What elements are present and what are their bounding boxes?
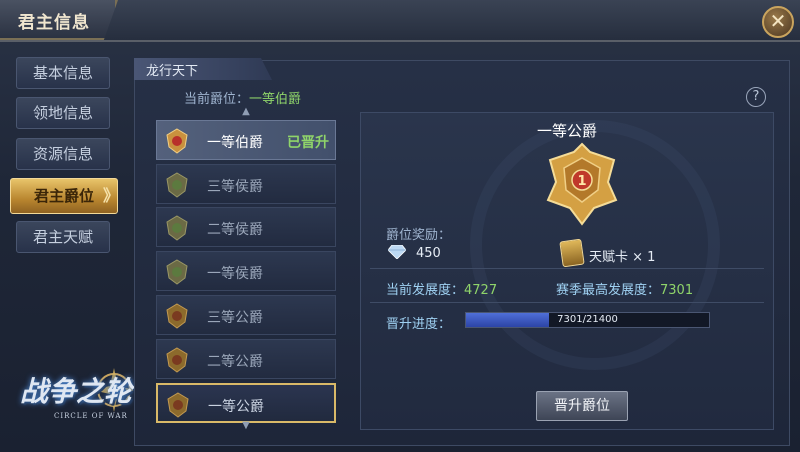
title-bar: [0, 0, 800, 42]
rank-badge-icon: [166, 347, 188, 373]
nav-item-label: 领地信息: [32, 104, 93, 122]
detail-title: 一等公爵: [536, 122, 597, 140]
nav-item-basic-info[interactable]: 基本信息: [16, 57, 110, 89]
season-max-value: 7301: [660, 283, 694, 298]
progress-text: 7301/21400: [557, 314, 618, 325]
current-rank-label: 当前爵位：: [184, 92, 250, 107]
rank-status: 已晋升: [287, 135, 329, 151]
rank-name: 一等侯爵: [207, 266, 263, 282]
scroll-down-icon[interactable]: ▼: [238, 420, 254, 431]
rank-list-item[interactable]: 三等侯爵: [156, 164, 336, 204]
nav-item-resource-info[interactable]: 资源信息: [16, 138, 110, 170]
svg-text:1: 1: [577, 174, 586, 189]
chevron-right-icon: 》: [102, 186, 119, 205]
game-logo: 战争之轮 CIRCLE OF WAR: [14, 360, 144, 440]
nav-item-lord-talent[interactable]: 君主天赋: [16, 221, 110, 253]
rank-list-item[interactable]: 二等公爵: [156, 339, 336, 379]
rank-badge-icon: [166, 259, 188, 285]
talent-card-icon: [559, 238, 585, 268]
rank-badge-icon: [166, 215, 188, 241]
rank-name: 三等公爵: [207, 310, 263, 326]
current-dev-label: 当前发展度：: [386, 283, 465, 298]
diamond-reward-value: 450: [416, 246, 441, 261]
nav-item-label: 资源信息: [32, 145, 93, 163]
nav-item-label: 基本信息: [32, 64, 93, 82]
current-rank-value: 一等伯爵: [249, 92, 302, 107]
window-title: 君主信息: [18, 13, 90, 33]
nav-item-territory-info[interactable]: 领地信息: [16, 97, 110, 129]
close-button[interactable]: ✕: [762, 6, 794, 38]
season-max-development: 赛季最高发展度：7301: [556, 279, 693, 298]
rank-name: 二等公爵: [207, 354, 263, 370]
diamond-icon: [388, 245, 406, 259]
rank-list-item[interactable]: 一等伯爵 已晋升: [156, 120, 336, 160]
promotion-progress-label: 晋升进度：: [386, 317, 452, 332]
help-icon[interactable]: ?: [746, 87, 766, 107]
talent-card-reward: 天赋卡 × 1: [589, 250, 656, 265]
logo-subtitle: CIRCLE OF WAR: [54, 412, 128, 420]
rank-badge-icon: [166, 172, 188, 198]
nav-item-lord-rank[interactable]: 君主爵位》: [10, 178, 119, 214]
rank-list-item[interactable]: 三等公爵: [156, 295, 336, 335]
rank-name: 一等伯爵: [207, 135, 263, 151]
rank-name: 二等侯爵: [207, 222, 263, 238]
promotion-progress-bar: 7301/21400: [465, 312, 710, 328]
rank-badge-icon: [166, 128, 188, 154]
reward-label: 爵位奖励：: [386, 228, 452, 243]
current-dev-value: 4727: [464, 283, 498, 298]
nav-item-label: 君主天赋: [32, 228, 93, 246]
current-development: 当前发展度：4727: [386, 279, 497, 298]
season-max-label: 赛季最高发展度：: [556, 283, 661, 298]
rank-badge-icon: [167, 392, 189, 418]
section-title: 龙行天下: [146, 64, 199, 79]
rank-badge-icon: [166, 303, 188, 329]
nav-item-label: 君主爵位: [33, 187, 94, 205]
rank-name: 三等侯爵: [207, 179, 263, 195]
current-rank: 当前爵位：一等伯爵: [184, 88, 301, 107]
rank-list-item[interactable]: 一等侯爵: [156, 251, 336, 291]
rank-list-item[interactable]: 二等侯爵: [156, 207, 336, 247]
scroll-up-icon[interactable]: ▲: [238, 106, 254, 117]
rank-list-item[interactable]: 一等公爵: [156, 383, 336, 423]
divider: [370, 268, 764, 269]
rank-name: 一等公爵: [208, 399, 264, 415]
rank-emblem-icon: 1: [546, 142, 618, 226]
logo-text: 战争之轮: [20, 375, 133, 408]
divider: [370, 302, 764, 303]
promote-rank-button[interactable]: 晋升爵位: [536, 391, 628, 421]
